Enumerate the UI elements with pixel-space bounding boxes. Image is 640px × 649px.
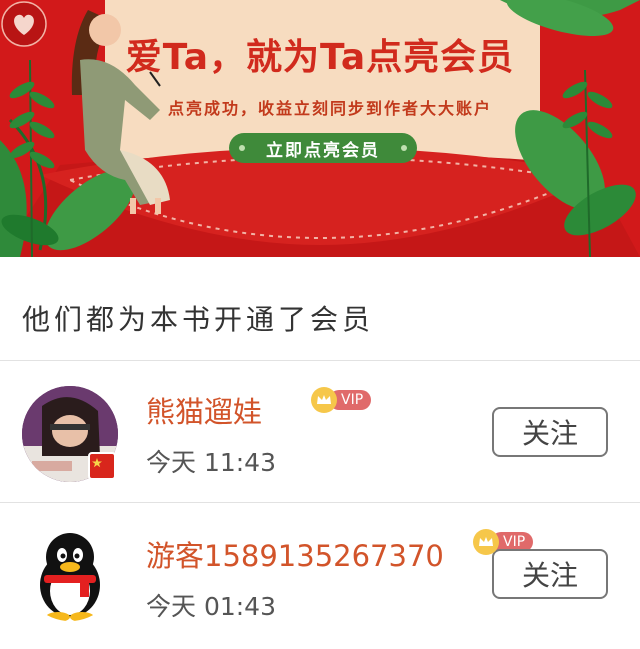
vip-badge: VIP: [311, 387, 372, 413]
banner-subtitle: 点亮成功，收益立刻同步到作者大大账户: [167, 99, 492, 118]
banner-title: 爱Ta，就为Ta点亮会员: [125, 37, 515, 78]
follow-button[interactable]: 关注: [492, 549, 608, 599]
dot-icon: [401, 145, 407, 151]
timestamp: 今天 11:43: [146, 448, 276, 477]
crown-icon: [311, 387, 337, 413]
penguin-icon: [22, 525, 118, 621]
section-title: 他们都为本书开通了会员: [22, 303, 375, 336]
heart-seal-icon: [1, 1, 47, 47]
timestamp: 今天 01:43: [146, 592, 276, 621]
member-row[interactable]: 熊猫遛娃 VIP 今天 11:43 关注: [0, 361, 640, 503]
cta-label: 立即点亮会员: [266, 140, 380, 161]
promo-banner[interactable]: 爱Ta，就为Ta点亮会员 点亮成功，收益立刻同步到作者大大账户 立即点亮会员: [0, 0, 640, 257]
username[interactable]: 熊猫遛娃: [146, 389, 262, 431]
follow-button[interactable]: 关注: [492, 407, 608, 457]
username[interactable]: 游客15891352673​70: [146, 533, 444, 575]
avatar[interactable]: [22, 525, 118, 621]
crown-icon: [473, 529, 499, 555]
dot-icon: [239, 145, 245, 151]
flag-badge-icon: [88, 452, 116, 480]
member-row[interactable]: 游客15891352673​70 VIP 今天 01:43 关注: [0, 503, 640, 645]
light-up-membership-button[interactable]: 立即点亮会员: [229, 133, 417, 163]
